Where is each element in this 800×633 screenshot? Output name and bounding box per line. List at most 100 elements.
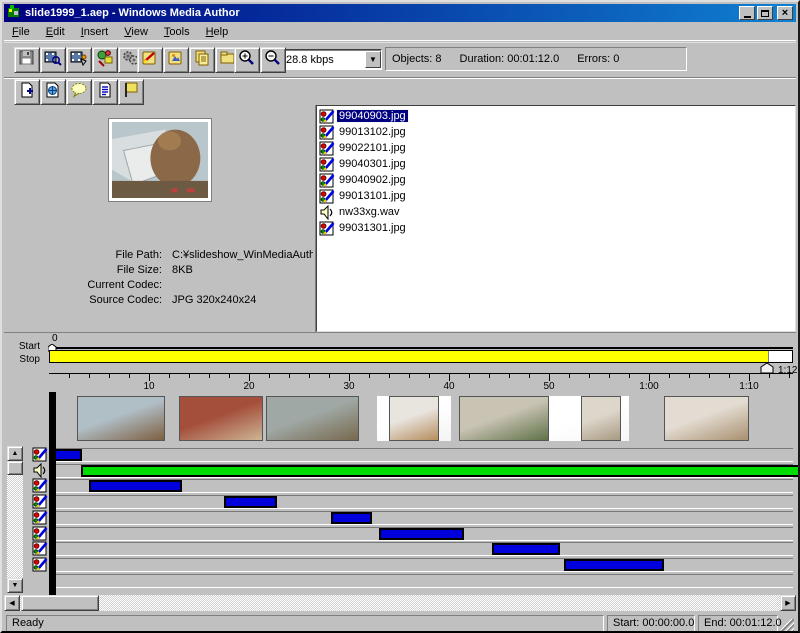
menu-help[interactable]: Help (198, 24, 237, 40)
slide-thumbnail[interactable] (459, 396, 549, 441)
flag-button[interactable] (118, 79, 144, 105)
audio-track-icon[interactable] (31, 463, 48, 478)
vertical-scroll-thumb[interactable] (7, 461, 23, 475)
resize-grip[interactable] (781, 619, 794, 632)
stop-range-track[interactable] (49, 350, 793, 363)
timeline-track[interactable] (56, 511, 793, 525)
preview-image (112, 122, 208, 198)
ruler-tick (309, 374, 310, 378)
media-tools-icon (96, 49, 114, 72)
menu-view[interactable]: View (116, 24, 156, 40)
slide-thumbnail[interactable] (581, 396, 621, 441)
menu-file[interactable]: File (4, 24, 38, 40)
list-item[interactable]: 99040301.jpg (319, 156, 795, 172)
save-button[interactable] (14, 47, 40, 73)
stop-range-bar[interactable] (50, 351, 769, 362)
ruler-tick (769, 374, 770, 378)
zoom-in-button[interactable] (234, 47, 260, 73)
scroll-left-button[interactable]: ◀ (4, 595, 20, 611)
slide-thumbnail[interactable] (664, 396, 749, 441)
project-info-panel: Objects: 8 Duration: 00:01:12.0 Errors: … (385, 47, 687, 71)
image-clip-bar[interactable] (564, 559, 664, 571)
timeline-track[interactable] (56, 479, 793, 493)
vertical-scrollbar[interactable]: ▲ ▼ (7, 446, 23, 593)
start-range-bar[interactable] (49, 347, 793, 349)
list-item[interactable]: 99022101.jpg (319, 140, 795, 156)
image-track-icon[interactable] (31, 541, 48, 556)
timeline-track[interactable] (56, 448, 793, 462)
timeline-track[interactable] (56, 527, 793, 541)
edit-pencil-button[interactable] (137, 47, 163, 73)
object-list[interactable]: 99040903.jpg99013102.jpg99022101.jpg9904… (316, 105, 796, 332)
image-clip-bar[interactable] (379, 528, 464, 540)
edit-pencil-icon (141, 49, 159, 72)
audio-clip-bar[interactable] (81, 465, 800, 477)
track-icon-column (28, 445, 49, 595)
menu-tools[interactable]: Tools (156, 24, 198, 40)
ruler-tick (289, 374, 290, 378)
ruler-tick (489, 374, 490, 378)
time-ruler[interactable]: 10203040501:001:10 (49, 373, 793, 392)
list-item[interactable]: 99040902.jpg (319, 172, 795, 188)
minimize-button[interactable] (739, 6, 755, 20)
image-clip-bar[interactable] (89, 480, 182, 492)
menu-edit[interactable]: Edit (38, 24, 73, 40)
list-item[interactable]: 99031301.jpg (319, 220, 795, 236)
list-item[interactable]: nw33xg.wav (319, 204, 795, 220)
file-name: 99013102.jpg (337, 126, 408, 138)
timeline-track[interactable] (56, 495, 793, 509)
slide-thumbnail[interactable] (266, 396, 359, 441)
menu-insert[interactable]: Insert (73, 24, 117, 40)
film-preview-button[interactable] (40, 47, 66, 73)
ruler-tick (449, 374, 450, 381)
horizontal-scrollbar[interactable]: ◀ ▶ (4, 595, 796, 611)
image-track-icon[interactable] (31, 526, 48, 541)
text-page-button[interactable] (92, 79, 118, 105)
audio-file-icon (319, 204, 337, 220)
list-item[interactable]: 99013102.jpg (319, 124, 795, 140)
image-file-icon (319, 124, 337, 140)
timeline-track[interactable] (56, 464, 793, 478)
title-bar: slide1999_1.aep - Windows Media Author × (4, 4, 796, 22)
media-tools-button[interactable] (92, 47, 118, 73)
file-name: nw33xg.wav (337, 206, 402, 218)
speech-balloon-button[interactable] (66, 79, 92, 105)
web-page-button[interactable] (40, 79, 66, 105)
image-clip-bar[interactable] (54, 449, 82, 461)
horizontal-scroll-thumb[interactable] (21, 595, 99, 611)
close-button[interactable]: × (777, 6, 793, 20)
list-item[interactable]: 99013101.jpg (319, 188, 795, 204)
scroll-up-button[interactable]: ▲ (7, 446, 23, 461)
speech-balloon-icon (70, 81, 88, 104)
film-build-button[interactable] (66, 47, 92, 73)
slide-thumbnail[interactable] (77, 396, 165, 441)
image-page-button[interactable] (163, 47, 189, 73)
image-clip-bar[interactable] (492, 543, 560, 555)
save-icon (18, 49, 36, 72)
maximize-button[interactable] (757, 6, 773, 20)
new-page-button[interactable] (14, 79, 40, 105)
copy-pages-button[interactable] (189, 47, 215, 73)
ruler-tick (789, 374, 790, 378)
image-track-icon[interactable] (31, 478, 48, 493)
scroll-down-button[interactable]: ▼ (7, 578, 23, 593)
scroll-right-button[interactable]: ▶ (780, 595, 796, 611)
ruler-tick (69, 374, 70, 378)
image-track-icon[interactable] (31, 510, 48, 525)
zoom-in-icon (238, 49, 256, 72)
zoom-out-button[interactable] (260, 47, 286, 73)
chevron-down-icon[interactable]: ▼ (365, 51, 381, 68)
slide-thumbnail[interactable] (389, 396, 439, 441)
slide-thumbnail[interactable] (179, 396, 263, 441)
timeline-track[interactable] (56, 558, 793, 572)
zoom-out-icon (264, 49, 282, 72)
image-track-icon[interactable] (31, 557, 48, 572)
image-track-icon[interactable] (31, 447, 48, 462)
timeline-track[interactable] (56, 574, 793, 588)
image-clip-bar[interactable] (224, 496, 277, 508)
image-clip-bar[interactable] (331, 512, 372, 524)
timeline-track[interactable] (56, 542, 793, 556)
bitrate-combobox[interactable]: 28.8 kbps ▼ (281, 49, 382, 70)
image-track-icon[interactable] (31, 494, 48, 509)
list-item[interactable]: 99040903.jpg (319, 108, 795, 124)
